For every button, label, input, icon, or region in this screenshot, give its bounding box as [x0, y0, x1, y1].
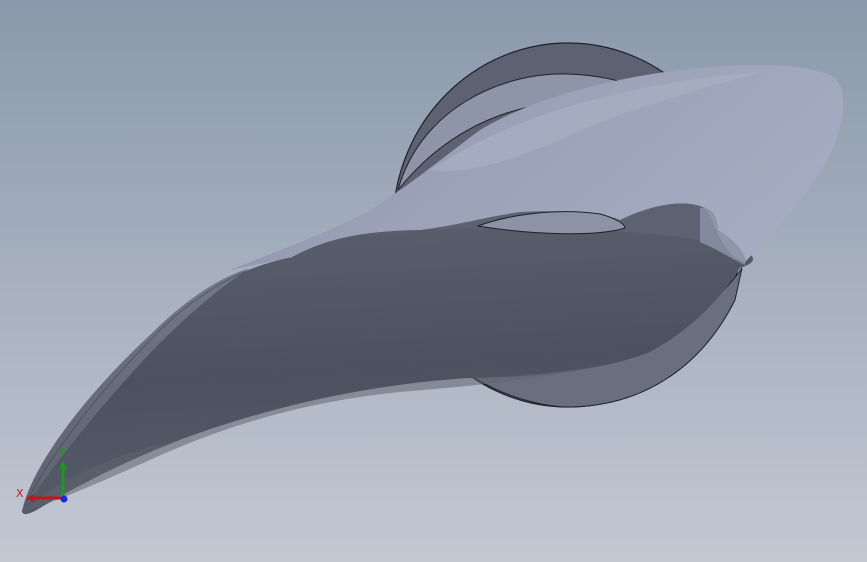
triad-x-label: X	[16, 487, 24, 500]
triad-y-label: Y	[58, 446, 66, 459]
triad-origin-z-icon	[60, 495, 68, 503]
3d-graphics-viewport[interactable]: X Y	[0, 0, 867, 562]
model-view-canvas[interactable]: X Y	[0, 0, 867, 562]
